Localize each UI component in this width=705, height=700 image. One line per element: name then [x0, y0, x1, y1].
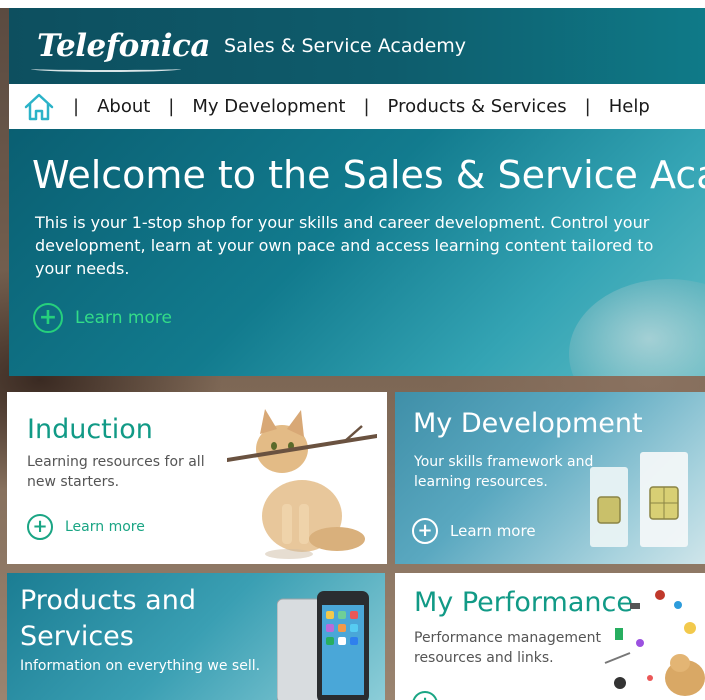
nav-item-help[interactable]: Help — [609, 96, 650, 117]
hero-text: This is your 1-stop shop for your skills… — [35, 213, 654, 278]
tile-title: My Development — [413, 408, 643, 439]
nav-separator: | — [363, 96, 370, 117]
tile-products-services[interactable]: Products and Services Information on eve… — [7, 573, 385, 700]
my-development-learn-more-button[interactable]: + Learn more — [412, 518, 536, 544]
telefonica-logo[interactable]: Telefonica — [31, 28, 211, 72]
hero-photo-face — [569, 279, 705, 376]
smartphone-image — [277, 591, 369, 700]
hero-title: Welcome to the Sales & Service Academy — [32, 153, 705, 197]
tile-title: Products and Services — [20, 585, 196, 652]
plus-circle-icon: + — [27, 514, 53, 540]
induction-learn-more-button[interactable]: + Learn more — [27, 514, 145, 540]
nav-item-about[interactable]: About — [97, 96, 150, 117]
learn-more-label: Learn more — [65, 519, 145, 535]
learn-more-label: Learn more — [450, 522, 536, 540]
tile-my-development[interactable]: My Development Your skills framework and… — [395, 392, 705, 564]
home-icon[interactable] — [23, 92, 55, 122]
logo-swoosh — [31, 66, 181, 72]
hero-learn-more-button[interactable]: + Learn more — [33, 303, 172, 333]
top-strip — [0, 0, 705, 8]
plus-circle-icon: + — [412, 518, 438, 544]
nav-item-my-development[interactable]: My Development — [192, 96, 345, 117]
nav-separator: | — [73, 96, 80, 117]
site-header: Telefonica Sales & Service Academy — [9, 8, 705, 84]
plus-circle-icon: + — [412, 691, 438, 700]
nav-item-products-services[interactable]: Products & Services — [388, 96, 567, 117]
performance-learn-more-button[interactable]: + — [412, 691, 438, 700]
tile-description: Performance management resources and lin… — [414, 630, 601, 666]
nav-separator: | — [584, 96, 591, 117]
nav-separator: | — [168, 96, 175, 117]
cat-with-stick-image — [227, 409, 377, 559]
objects-collage-image — [604, 590, 705, 696]
tile-my-performance[interactable]: My Performance Performance management re… — [395, 573, 705, 700]
tile-description: Your skills framework and learning resou… — [414, 454, 594, 490]
tile-induction[interactable]: Induction Learning resources for all new… — [7, 392, 387, 564]
sim-cards-image — [590, 452, 688, 547]
plus-circle-icon: + — [33, 303, 63, 333]
main-nav: | About | My Development | Products & Se… — [9, 84, 705, 129]
tile-description: Learning resources for all new starters. — [27, 454, 205, 490]
learn-more-label: Learn more — [75, 308, 172, 328]
hero-banner: Welcome to the Sales & Service Academy T… — [9, 129, 705, 376]
app-title: Sales & Service Academy — [224, 35, 467, 57]
tile-title: Induction — [27, 414, 153, 445]
tile-description: Information on everything we sell. — [20, 658, 261, 674]
